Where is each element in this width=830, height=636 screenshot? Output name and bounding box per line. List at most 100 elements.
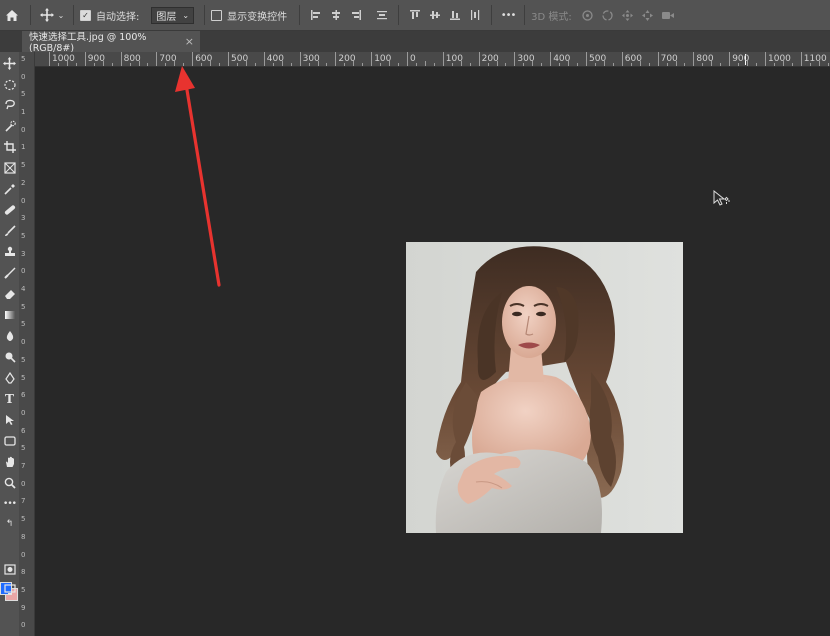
- 3d-roll-icon[interactable]: [598, 5, 618, 25]
- dodge-tool-icon[interactable]: [0, 347, 19, 366]
- ruler-tick: [818, 61, 820, 66]
- move-tool-icon[interactable]: [0, 54, 19, 73]
- ruler-label: 5: [21, 355, 26, 364]
- ruler-tick: [415, 63, 417, 66]
- ruler-tick: [729, 52, 731, 66]
- ruler-label: 8: [21, 532, 26, 541]
- ruler-tick: [138, 61, 140, 66]
- healing-tool-icon[interactable]: [0, 200, 19, 219]
- separator: [73, 5, 74, 25]
- screen-mode-icon[interactable]: [0, 580, 19, 599]
- ruler-tick: [514, 52, 516, 66]
- eraser-tool-icon[interactable]: [0, 284, 19, 303]
- ruler-label: 6: [21, 391, 26, 400]
- 3d-orbit-icon[interactable]: [578, 5, 598, 25]
- path-select-tool-icon[interactable]: [0, 410, 19, 429]
- document-tab[interactable]: 快速选择工具.jpg @ 100%(RGB/8#) ×: [22, 31, 200, 54]
- swap-colors-icon[interactable]: ↰: [0, 514, 19, 533]
- more-options-button[interactable]: •••: [498, 5, 518, 25]
- align-middle-v-icon[interactable]: [425, 5, 445, 25]
- ruler-tick: [398, 63, 400, 66]
- pen-tool-icon[interactable]: [0, 368, 19, 387]
- ruler-label: 8: [21, 568, 26, 577]
- ruler-label: 6: [21, 426, 26, 435]
- 3d-camera-icon[interactable]: [658, 5, 678, 25]
- ruler-tick: [102, 61, 104, 66]
- ruler-tick: [666, 63, 668, 66]
- document-tab-title: 快速选择工具.jpg @ 100%(RGB/8#): [29, 32, 147, 54]
- marquee-tool-icon[interactable]: [0, 75, 19, 94]
- separator: [30, 5, 31, 25]
- lasso-tool-icon[interactable]: [0, 95, 19, 114]
- auto-select-checkbox[interactable]: ✓: [80, 9, 91, 21]
- ruler-tick: [165, 63, 167, 66]
- 3d-pan-icon[interactable]: [618, 5, 638, 25]
- home-button[interactable]: [0, 0, 24, 31]
- document-tab-bar: 快速选择工具.jpg @ 100%(RGB/8#) ×: [0, 31, 830, 54]
- ruler-tick: [791, 63, 793, 66]
- ruler-tick: [183, 63, 185, 66]
- ruler-tick: [57, 63, 59, 66]
- ruler-tick: [75, 63, 77, 66]
- ruler-tick: [236, 63, 238, 66]
- separator: [491, 5, 493, 25]
- ruler-tick: [693, 52, 695, 66]
- document-image[interactable]: [406, 242, 683, 533]
- stamp-tool-icon[interactable]: [0, 242, 19, 261]
- shape-tool-icon[interactable]: [0, 431, 19, 450]
- ruler-label: 5: [21, 444, 26, 453]
- brush-tool-icon[interactable]: [0, 221, 19, 240]
- ruler-tick: [773, 63, 775, 66]
- ruler-tick: [433, 63, 435, 66]
- blur-tool-icon[interactable]: [0, 326, 19, 345]
- ruler-tick: [389, 61, 391, 66]
- type-tool-icon[interactable]: T: [0, 389, 19, 408]
- align-top-icon[interactable]: [405, 5, 425, 25]
- ruler-label: 1: [21, 143, 26, 152]
- quick-select-tool-icon[interactable]: [0, 116, 19, 135]
- options-bar: ⌄ ✓ 自动选择: 图层 ⌄ 显示变换控件 ••• 3D 模式:: [0, 0, 830, 31]
- home-icon: [6, 9, 18, 21]
- ruler-tick: [93, 63, 95, 66]
- distribute-horizontal-icon[interactable]: [465, 5, 485, 25]
- ruler-tick: [281, 61, 283, 66]
- distribute-vertical-icon[interactable]: [372, 5, 392, 25]
- layer-group-dropdown[interactable]: 图层 ⌄: [151, 6, 195, 24]
- eyedropper-tool-icon[interactable]: [0, 179, 19, 198]
- align-right-icon[interactable]: [346, 5, 366, 25]
- zoom-tool-icon[interactable]: [0, 473, 19, 492]
- show-transform-checkbox[interactable]: [211, 9, 223, 21]
- quick-mask-icon[interactable]: [0, 560, 19, 579]
- separator: [204, 5, 206, 25]
- ruler-tick: [630, 63, 632, 66]
- ruler-tick: [603, 61, 605, 66]
- ruler-tick: [451, 63, 453, 66]
- ruler-tick: [326, 63, 328, 66]
- ruler-tick: [809, 63, 811, 66]
- close-icon[interactable]: ×: [185, 35, 194, 48]
- move-tool-preset-button[interactable]: ⌄: [37, 0, 67, 31]
- more-tools-icon[interactable]: •••: [0, 494, 19, 513]
- history-brush-icon[interactable]: [0, 263, 19, 282]
- ruler-label: 9: [21, 603, 26, 612]
- align-center-h-icon[interactable]: [326, 5, 346, 25]
- ruler-tick: [380, 63, 382, 66]
- align-bottom-icon[interactable]: [445, 5, 465, 25]
- ruler-tick: [290, 63, 292, 66]
- ruler-tick: [84, 52, 86, 66]
- ruler-tick: [612, 63, 614, 66]
- crop-tool-icon[interactable]: [0, 137, 19, 156]
- ruler-tick: [210, 61, 212, 66]
- align-left-icon[interactable]: [306, 5, 326, 25]
- ruler-tick: [523, 63, 525, 66]
- ruler-tick: [505, 63, 507, 66]
- frame-tool-icon[interactable]: [0, 158, 19, 177]
- ruler-label: 4: [21, 285, 26, 294]
- ruler-tick: [586, 52, 587, 66]
- ruler-tick: [702, 63, 704, 66]
- gradient-tool-icon[interactable]: [0, 305, 19, 324]
- 3d-slide-icon[interactable]: [638, 5, 658, 25]
- ruler-tick: [156, 52, 158, 66]
- ruler-tick: [568, 61, 570, 66]
- hand-tool-icon[interactable]: [0, 452, 19, 471]
